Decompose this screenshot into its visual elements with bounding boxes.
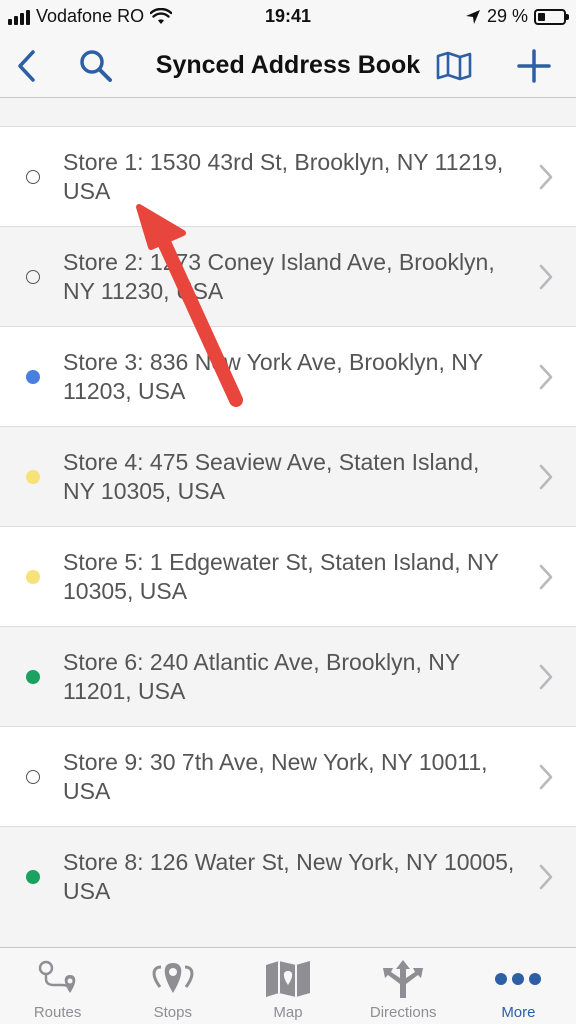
address-text: Store 5: 1 Edgewater St, Staten Island, … bbox=[63, 549, 499, 604]
tab-label: More bbox=[501, 1004, 536, 1021]
page-title: Synced Address Book bbox=[155, 51, 421, 79]
search-button[interactable] bbox=[76, 34, 116, 98]
status-dot-icon bbox=[26, 670, 40, 684]
status-dot-icon bbox=[26, 270, 40, 284]
battery-fill bbox=[538, 12, 545, 21]
tab-stops[interactable]: Stops bbox=[115, 948, 230, 1024]
tab-directions[interactable]: Directions bbox=[346, 948, 461, 1024]
map-view-button[interactable] bbox=[434, 34, 474, 98]
battery-icon bbox=[534, 8, 569, 25]
chevron-right-icon bbox=[539, 564, 553, 590]
status-dot-icon bbox=[26, 170, 40, 184]
tab-label: Map bbox=[273, 1004, 303, 1021]
status-dot-icon bbox=[26, 870, 40, 884]
status-bar: Vodafone RO 19:41 29 % bbox=[0, 0, 576, 34]
address-list: Store 1: 1530 43rd St, Brooklyn, NY 1121… bbox=[0, 126, 576, 926]
routes-icon bbox=[38, 960, 75, 993]
map-icon bbox=[436, 51, 472, 81]
map-icon bbox=[266, 961, 310, 997]
tab-more[interactable]: More bbox=[461, 948, 576, 1024]
address-row[interactable]: Store 5: 1 Edgewater St, Staten Island, … bbox=[0, 526, 576, 626]
address-text: Store 1: 1530 43rd St, Brooklyn, NY 1121… bbox=[63, 149, 504, 204]
address-row[interactable]: Store 6: 240 Atlantic Ave, Brooklyn, NY … bbox=[0, 626, 576, 726]
back-button[interactable] bbox=[6, 34, 46, 98]
chevron-right-icon bbox=[539, 364, 553, 390]
add-button[interactable] bbox=[512, 34, 556, 98]
address-row[interactable]: Store 8: 126 Water St, New York, NY 1000… bbox=[0, 826, 576, 926]
address-text: Store 3: 836 New York Ave, Brooklyn, NY … bbox=[63, 349, 483, 404]
tab-routes[interactable]: Routes bbox=[0, 948, 115, 1024]
address-row[interactable]: Store 3: 836 New York Ave, Brooklyn, NY … bbox=[0, 326, 576, 426]
address-row[interactable]: Store 1: 1530 43rd St, Brooklyn, NY 1121… bbox=[0, 126, 576, 226]
navigation-bar: Synced Address Book bbox=[0, 34, 576, 98]
chevron-right-icon bbox=[539, 464, 553, 490]
address-row[interactable]: Store 4: 475 Seaview Ave, Staten Island,… bbox=[0, 426, 576, 526]
chevron-right-icon bbox=[539, 764, 553, 790]
address-text: Store 6: 240 Atlantic Ave, Brooklyn, NY … bbox=[63, 649, 460, 704]
stops-icon bbox=[152, 963, 194, 993]
location-arrow-icon bbox=[465, 9, 480, 24]
address-text: Store 2: 1273 Coney Island Ave, Brooklyn… bbox=[63, 249, 495, 304]
tab-map[interactable]: Map bbox=[230, 948, 345, 1024]
status-dot-icon bbox=[26, 770, 40, 784]
address-text: Store 4: 475 Seaview Ave, Staten Island,… bbox=[63, 449, 480, 504]
tab-label: Directions bbox=[369, 1004, 437, 1021]
more-icon bbox=[495, 973, 542, 985]
tab-label: Routes bbox=[33, 1004, 82, 1021]
chevron-right-icon bbox=[539, 864, 553, 890]
search-icon bbox=[80, 50, 112, 82]
battery-percent: 29 % bbox=[486, 6, 528, 26]
status-dot-icon bbox=[26, 470, 40, 484]
address-row[interactable]: Store 2: 1273 Coney Island Ave, Brooklyn… bbox=[0, 226, 576, 326]
address-text: Store 9: 30 7th Ave, New York, NY 10011,… bbox=[63, 749, 488, 804]
directions-icon bbox=[383, 960, 424, 998]
address-text: Store 8: 126 Water St, New York, NY 1000… bbox=[63, 849, 515, 904]
tab-label: Stops bbox=[153, 1004, 192, 1021]
battery-group: 29 % bbox=[465, 6, 569, 27]
chevron-left-icon bbox=[18, 50, 35, 82]
status-dot-icon bbox=[26, 570, 40, 584]
chevron-right-icon bbox=[539, 664, 553, 690]
plus-icon bbox=[517, 49, 551, 83]
tab-bar: Routes Stops Map Directions More bbox=[0, 947, 576, 1024]
chevron-right-icon bbox=[539, 264, 553, 290]
status-dot-icon bbox=[26, 370, 40, 384]
address-row[interactable]: Store 9: 30 7th Ave, New York, NY 10011,… bbox=[0, 726, 576, 826]
chevron-right-icon bbox=[539, 164, 553, 190]
